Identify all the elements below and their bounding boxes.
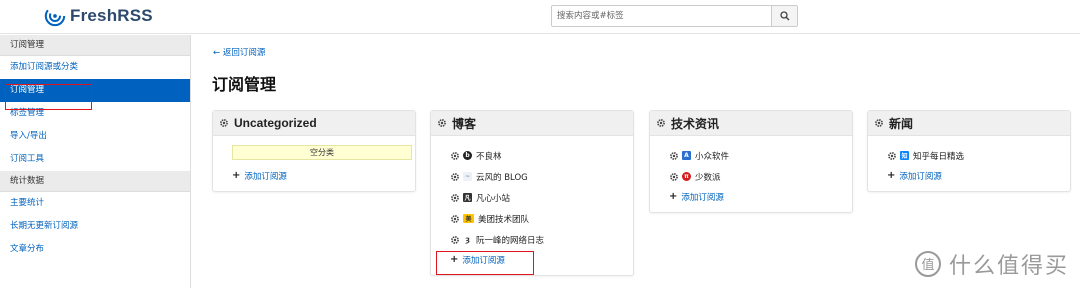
search-button[interactable] (771, 5, 798, 27)
smzdm-logo-icon: 值 (915, 251, 941, 277)
freshrss-logo[interactable]: FreshRSS (44, 5, 153, 27)
feed-name: 云风的 BLOG (476, 172, 528, 183)
back-to-feeds-link[interactable]: ← 返回订阅源 (213, 46, 265, 58)
category-header[interactable]: 博客 (431, 111, 633, 136)
feed-name: 小众软件 (695, 151, 730, 162)
ruanyifeng-favicon-icon: ȝ (463, 235, 472, 244)
gear-icon[interactable] (437, 118, 447, 128)
sidebar-item-article-repartition[interactable]: 文章分布 (0, 238, 190, 261)
gear-icon[interactable] (450, 172, 460, 182)
plus-icon: + (887, 170, 896, 181)
sspai-favicon-icon: π (682, 172, 691, 181)
empty-category-notice: 空分类 (232, 145, 412, 160)
sidebar-section-stats: 统计数据 (0, 171, 190, 192)
add-feed-link[interactable]: + 添加订阅源 (213, 166, 415, 185)
feed-name: 少数派 (695, 172, 721, 183)
brand-name: FreshRSS (70, 6, 153, 25)
zhihu-favicon-icon: 知 (900, 151, 909, 160)
feed-name: 知乎每日精选 (913, 151, 965, 162)
sidebar-section-manage: 订阅管理 (0, 35, 190, 56)
category-title: 新闻 (889, 116, 914, 131)
category-title: Uncategorized (234, 116, 317, 130)
plus-icon: + (669, 191, 678, 202)
category-header[interactable]: 技术资讯 (650, 111, 852, 136)
category-title: 博客 (452, 116, 477, 131)
fanxin-favicon-icon: 凡 (463, 193, 472, 202)
add-feed-link[interactable]: + 添加订阅源 (868, 166, 1070, 185)
sidebar-item-subscription-tools[interactable]: 订阅工具 (0, 148, 190, 171)
category-card-news: 新闻 知 知乎每日精选 + 添加订阅源 (867, 110, 1071, 192)
feed-name: 不良林 (476, 151, 502, 162)
feed-item[interactable]: 知 知乎每日精选 (868, 145, 1070, 166)
svg-text:值: 值 (921, 257, 934, 273)
gear-icon[interactable] (450, 214, 460, 224)
freshrss-logo-icon (44, 5, 66, 27)
feed-name: 美团技术团队 (478, 214, 530, 225)
gear-icon[interactable] (669, 172, 679, 182)
feed-item[interactable]: ȝ 阮一峰的网络日志 (431, 229, 633, 250)
highlight-box-sidebar (5, 84, 92, 110)
sidebar-item-add-feed-or-category[interactable]: 添加订阅源或分类 (0, 56, 190, 79)
buliang-favicon-icon: b (463, 151, 472, 160)
gear-icon[interactable] (450, 235, 460, 245)
add-feed-label: 添加订阅源 (681, 192, 724, 203)
add-feed-label: 添加订阅源 (244, 171, 287, 182)
watermark-text: 什么值得买 (949, 254, 1070, 279)
category-header[interactable]: 新闻 (868, 111, 1070, 136)
feed-item[interactable]: 凡 凡心小站 (431, 187, 633, 208)
feed-item[interactable]: 美 美团技术团队 (431, 208, 633, 229)
category-title: 技术资讯 (671, 116, 720, 131)
meituan-favicon-icon: 美 (463, 214, 474, 223)
page-title: 订阅管理 (212, 75, 277, 94)
top-header: FreshRSS (0, 0, 1080, 34)
gear-icon[interactable] (450, 151, 460, 161)
category-header[interactable]: Uncategorized (213, 111, 415, 136)
sidebar: 订阅管理 添加订阅源或分类 订阅管理 标签管理 导入/导出 订阅工具 统计数据 … (0, 35, 191, 288)
add-feed-link[interactable]: + 添加订阅源 (650, 187, 852, 206)
plus-icon: + (232, 170, 241, 181)
gear-icon[interactable] (669, 151, 679, 161)
gear-icon[interactable] (874, 118, 884, 128)
gear-icon[interactable] (887, 151, 897, 161)
add-feed-label: 添加订阅源 (899, 171, 942, 182)
gear-icon[interactable] (656, 118, 666, 128)
watermark: 值 什么值得买 (913, 248, 1069, 280)
search-icon (779, 11, 789, 21)
gear-icon[interactable] (219, 118, 229, 128)
feed-name: 阮一峰的网络日志 (476, 235, 545, 246)
sidebar-item-import-export[interactable]: 导入/导出 (0, 125, 190, 148)
gear-icon[interactable] (450, 193, 460, 203)
feed-item[interactable]: π 少数派 (650, 166, 852, 187)
feed-item[interactable]: A 小众软件 (650, 145, 852, 166)
sidebar-item-idle-feeds[interactable]: 长期无更新订阅源 (0, 215, 190, 238)
category-card-tech-news: 技术资讯 A 小众软件 π 少数派 + 添加订阅源 (649, 110, 853, 213)
feed-name: 凡心小站 (476, 193, 511, 204)
category-card-uncategorized: Uncategorized 空分类 + 添加订阅源 (212, 110, 416, 192)
yunfeng-favicon-icon: ~ (463, 172, 472, 181)
highlight-box-add-feed (436, 251, 534, 275)
feed-item[interactable]: b 不良林 (431, 145, 633, 166)
search-input[interactable] (551, 5, 772, 27)
appinn-favicon-icon: A (682, 151, 691, 160)
feed-item[interactable]: ~ 云风的 BLOG (431, 166, 633, 187)
sidebar-item-main-stats[interactable]: 主要统计 (0, 192, 190, 215)
